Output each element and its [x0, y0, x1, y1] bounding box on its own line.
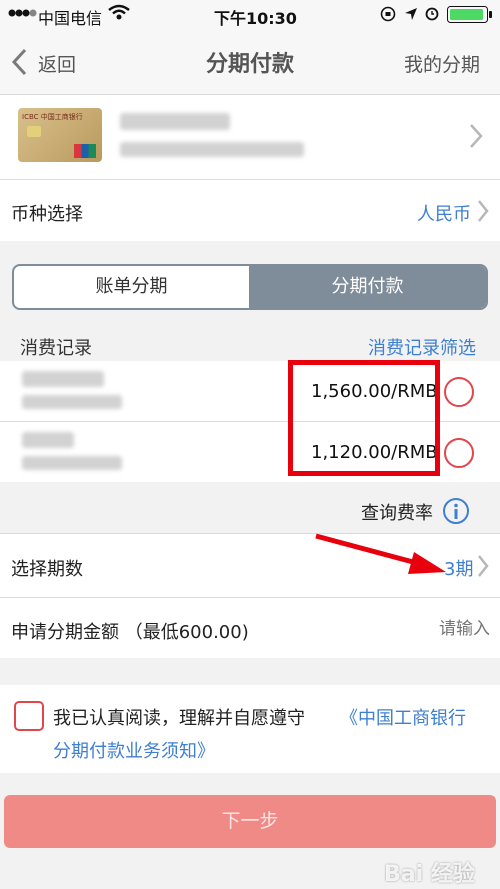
chevron-left-icon [11, 48, 27, 76]
card-chip [27, 126, 41, 137]
next-step-button[interactable]: 下一步 [4, 795, 496, 848]
date-redacted [22, 456, 122, 470]
card-name-redacted [120, 113, 230, 130]
agreement-link-part1[interactable]: 《中国工商银行 [340, 704, 466, 730]
info-icon[interactable] [442, 497, 470, 525]
merchant-redacted [22, 371, 104, 387]
period-label: 选择期数 [11, 559, 83, 580]
navigation-bar: 返回 分期付款 我的分期 [0, 30, 500, 95]
status-bar: 中国电信 下午10:30 [0, 0, 500, 30]
rotation-lock-icon [380, 6, 396, 26]
amount-label: 申请分期金额 （最低600.00) [11, 622, 249, 643]
chevron-right-icon [478, 200, 489, 222]
clock-time: 下午10:30 [214, 9, 297, 28]
merchant-redacted [22, 432, 74, 448]
card-selector[interactable]: ICBC 中国工商银行 [0, 95, 500, 179]
tab-installment-payment[interactable]: 分期付款 [249, 266, 486, 308]
records-filter-link[interactable]: 消费记录筛选 [368, 334, 476, 360]
agreement-text: 我已认真阅读，理解并自愿遵守 [53, 708, 305, 729]
location-icon [404, 6, 418, 25]
arrow-annotation [315, 533, 446, 574]
chevron-right-icon [478, 555, 489, 577]
highlight-box [288, 360, 440, 476]
my-installments-link[interactable]: 我的分期 [404, 50, 480, 77]
amount-row: 申请分期金额 （最低600.00) [0, 598, 500, 658]
back-button[interactable]: 返回 [8, 46, 88, 78]
date-redacted [22, 395, 122, 409]
watermark: Bai 经验 [384, 862, 475, 887]
currency-row[interactable]: 币种选择 人民币 [0, 180, 500, 241]
alarm-icon [424, 5, 440, 25]
select-radio[interactable] [444, 438, 474, 468]
currency-label: 币种选择 [11, 204, 83, 225]
amount-input[interactable] [340, 614, 492, 644]
segmented-control: 账单分期 分期付款 [12, 264, 488, 310]
records-header: 消费记录 [20, 338, 92, 359]
carrier-label: 中国电信 [38, 9, 103, 28]
wifi-icon [108, 4, 130, 24]
card-number-redacted [120, 142, 304, 157]
signal-icon [8, 4, 38, 23]
currency-value: 人民币 [417, 204, 471, 225]
rate-query-row[interactable]: 查询费率 [0, 482, 500, 533]
unionpay-logo [74, 144, 96, 158]
select-radio[interactable] [444, 377, 474, 407]
agreement-section: 我已认真阅读，理解并自愿遵守 《中国工商银行 分期付款业务须知》 [0, 685, 500, 773]
rate-query-label: 查询费率 [361, 503, 433, 524]
back-label: 返回 [38, 54, 77, 76]
bank-logo-text: ICBC 中国工商银行 [22, 113, 83, 121]
bank-card-image: ICBC 中国工商银行 [18, 108, 102, 162]
page-title: 分期付款 [205, 52, 294, 77]
agreement-checkbox[interactable] [14, 701, 44, 731]
chevron-right-icon [470, 124, 483, 148]
tab-bill-installment[interactable]: 账单分期 [14, 266, 249, 308]
agreement-link-part2[interactable]: 分期付款业务须知》 [53, 737, 215, 763]
battery-icon [447, 6, 495, 28]
